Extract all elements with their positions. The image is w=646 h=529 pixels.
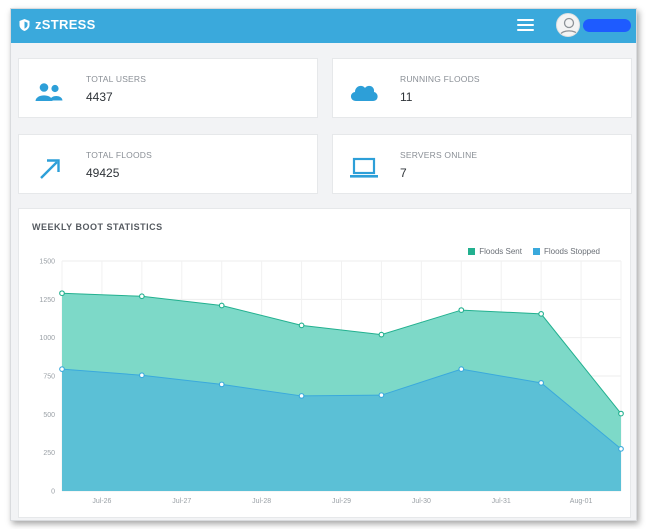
- stat-label: TOTAL USERS: [86, 74, 147, 84]
- data-point: [538, 380, 544, 386]
- data-point: [458, 307, 465, 313]
- data-point: [618, 410, 624, 417]
- legend-swatch: [468, 248, 476, 255]
- y-tick-label: 250: [43, 450, 55, 457]
- laptop-icon: [350, 157, 378, 178]
- stat-value: 4437: [86, 90, 113, 104]
- legend-item-floods-stopped[interactable]: Floods Stopped: [532, 247, 600, 256]
- data-point: [458, 366, 465, 372]
- legend-label: Floods Sent: [479, 247, 522, 256]
- stat-value: 49425: [86, 166, 120, 180]
- y-tick-label: 500: [43, 412, 55, 419]
- data-point: [59, 290, 65, 297]
- legend-swatch: [532, 248, 540, 255]
- panel-title: WEEKLY BOOT STATISTICS: [32, 222, 163, 232]
- x-tick-label: Aug-01: [570, 498, 593, 505]
- y-tick-label: 0: [51, 489, 55, 496]
- stat-label: SERVERS ONLINE: [400, 150, 478, 160]
- y-tick-label: 1250: [39, 297, 55, 304]
- stat-label: TOTAL FLOODS: [86, 150, 153, 160]
- data-point: [218, 302, 225, 309]
- stat-label: RUNNING FLOODS: [400, 74, 480, 84]
- hamburger-icon[interactable]: [517, 19, 534, 32]
- top-navbar: zSTRESS: [11, 9, 636, 43]
- stat-value: 7: [400, 166, 407, 180]
- legend-label: Floods Stopped: [543, 247, 600, 256]
- app-window: zSTRESS TOTAL USERS 4437 RUNNING FLOODS …: [10, 8, 637, 521]
- stat-card-total-floods: TOTAL FLOODS 49425: [18, 134, 318, 194]
- cloud-icon: [350, 85, 378, 101]
- weekly-boot-statistics-panel: 0 250 500 750 1000 1250 1500 Jul-26 Jul-27 Jul-28…: [18, 208, 631, 518]
- chart-legend: Floods Sent Floods Stopped: [457, 247, 600, 256]
- data-point: [538, 311, 544, 317]
- redacted-username[interactable]: [583, 19, 631, 32]
- x-tick-label: Jul-29: [332, 498, 351, 505]
- y-tick-label: 750: [43, 374, 55, 381]
- data-point: [139, 293, 145, 300]
- data-point: [618, 445, 624, 452]
- data-point: [218, 381, 225, 388]
- stat-value: 11: [400, 90, 413, 104]
- stat-card-total-users: TOTAL USERS 4437: [18, 58, 318, 118]
- data-point: [378, 331, 385, 338]
- brand-name: zSTRESS: [35, 17, 96, 32]
- stat-card-servers-online: SERVERS ONLINE 7: [332, 134, 632, 194]
- users-icon: [35, 83, 63, 101]
- y-tick-label: 1000: [39, 335, 55, 342]
- stat-card-running-floods: RUNNING FLOODS 11: [332, 58, 632, 118]
- x-tick-label: Jul-26: [92, 498, 111, 505]
- data-point: [378, 392, 385, 399]
- data-point: [298, 393, 305, 399]
- y-tick-label: 1500: [39, 259, 55, 266]
- legend-item-floods-sent[interactable]: Floods Sent: [468, 247, 522, 256]
- brand[interactable]: zSTRESS: [19, 17, 96, 32]
- user-avatar-icon[interactable]: [556, 13, 580, 37]
- x-tick-label: Jul-31: [492, 498, 511, 505]
- x-tick-label: Jul-27: [172, 498, 191, 505]
- data-point: [59, 366, 65, 372]
- x-tick-label: Jul-28: [252, 498, 271, 505]
- data-point: [139, 372, 145, 379]
- shield-icon: [19, 18, 30, 31]
- x-tick-label: Jul-30: [412, 498, 431, 505]
- data-point: [298, 322, 305, 329]
- trending-arrow-icon: [40, 159, 60, 179]
